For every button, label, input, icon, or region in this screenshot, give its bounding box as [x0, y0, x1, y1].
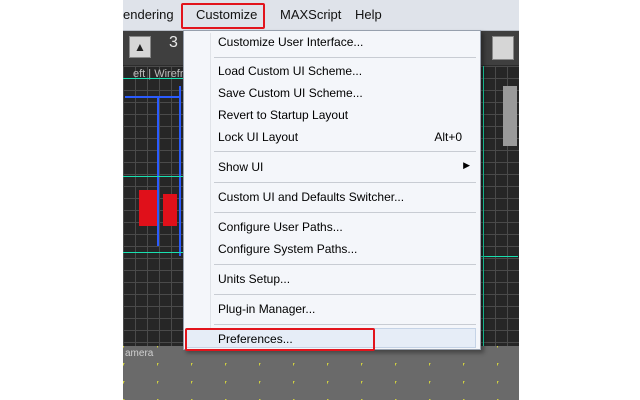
wire-line [123, 252, 183, 253]
upload-icon[interactable]: ▲ [129, 36, 151, 58]
menu-item-label: Show UI [218, 160, 264, 174]
toolbar-number: 3 [169, 34, 178, 51]
menu-item-units-setup[interactable]: Units Setup... [184, 268, 480, 290]
red-object [139, 190, 157, 226]
menu-item-lock-layout[interactable]: Lock UI Layout Alt+0 [184, 126, 480, 148]
menu-separator [214, 182, 476, 183]
wire-line [125, 96, 181, 98]
submenu-arrow-icon: ▶ [463, 160, 470, 170]
menu-separator [214, 151, 476, 152]
menu-rendering[interactable]: endering [123, 7, 174, 22]
menu-item-plugin-manager[interactable]: Plug-in Manager... [184, 298, 480, 320]
menu-item-system-paths[interactable]: Configure System Paths... [184, 238, 480, 260]
customize-highlight-box [181, 3, 265, 29]
menu-separator [214, 324, 476, 325]
wire-line [179, 86, 181, 256]
wire-line [478, 256, 518, 257]
menu-item-save-scheme[interactable]: Save Custom UI Scheme... [184, 82, 480, 104]
menu-separator [214, 264, 476, 265]
preferences-highlight-box [185, 328, 375, 351]
customize-dropdown-menu: Customize User Interface... Load Custom … [183, 30, 481, 350]
menu-item-label: Lock UI Layout [218, 130, 299, 144]
menu-item-label: Configure System Paths... [218, 242, 358, 256]
wire-line [123, 78, 183, 79]
menu-item-label: Units Setup... [218, 272, 291, 286]
wire-line [123, 176, 183, 177]
menu-item-user-paths[interactable]: Configure User Paths... [184, 216, 480, 238]
layout-icon[interactable] [492, 36, 514, 60]
menu-item-label: Revert to Startup Layout [218, 108, 349, 122]
menu-item-label: Load Custom UI Scheme... [218, 64, 363, 78]
menu-item-load-scheme[interactable]: Load Custom UI Scheme... [184, 60, 480, 82]
menu-item-customize-ui[interactable]: Customize User Interface... [184, 31, 480, 53]
wire-line [157, 96, 159, 246]
menu-item-revert-layout[interactable]: Revert to Startup Layout [184, 104, 480, 126]
menu-item-ui-switcher[interactable]: Custom UI and Defaults Switcher... [184, 186, 480, 208]
menu-separator [214, 212, 476, 213]
gray-object [503, 86, 517, 146]
menu-item-label: Custom UI and Defaults Switcher... [218, 190, 405, 204]
menu-item-shortcut: Alt+0 [434, 130, 462, 144]
menu-help[interactable]: Help [355, 7, 382, 22]
menu-item-show-ui[interactable]: Show UI ▶ [184, 156, 480, 178]
viewport-camera[interactable]: amera [123, 346, 519, 400]
menu-item-label: Customize User Interface... [218, 35, 364, 49]
menu-separator [214, 294, 476, 295]
red-object [163, 194, 177, 226]
menu-item-label: Save Custom UI Scheme... [218, 86, 363, 100]
menu-maxscript[interactable]: MAXScript [280, 7, 341, 22]
wire-line [483, 66, 484, 346]
menu-item-label: Configure User Paths... [218, 220, 343, 234]
viewport-label: amera [125, 348, 154, 359]
menu-separator [214, 57, 476, 58]
menu-item-label: Plug-in Manager... [218, 302, 316, 316]
